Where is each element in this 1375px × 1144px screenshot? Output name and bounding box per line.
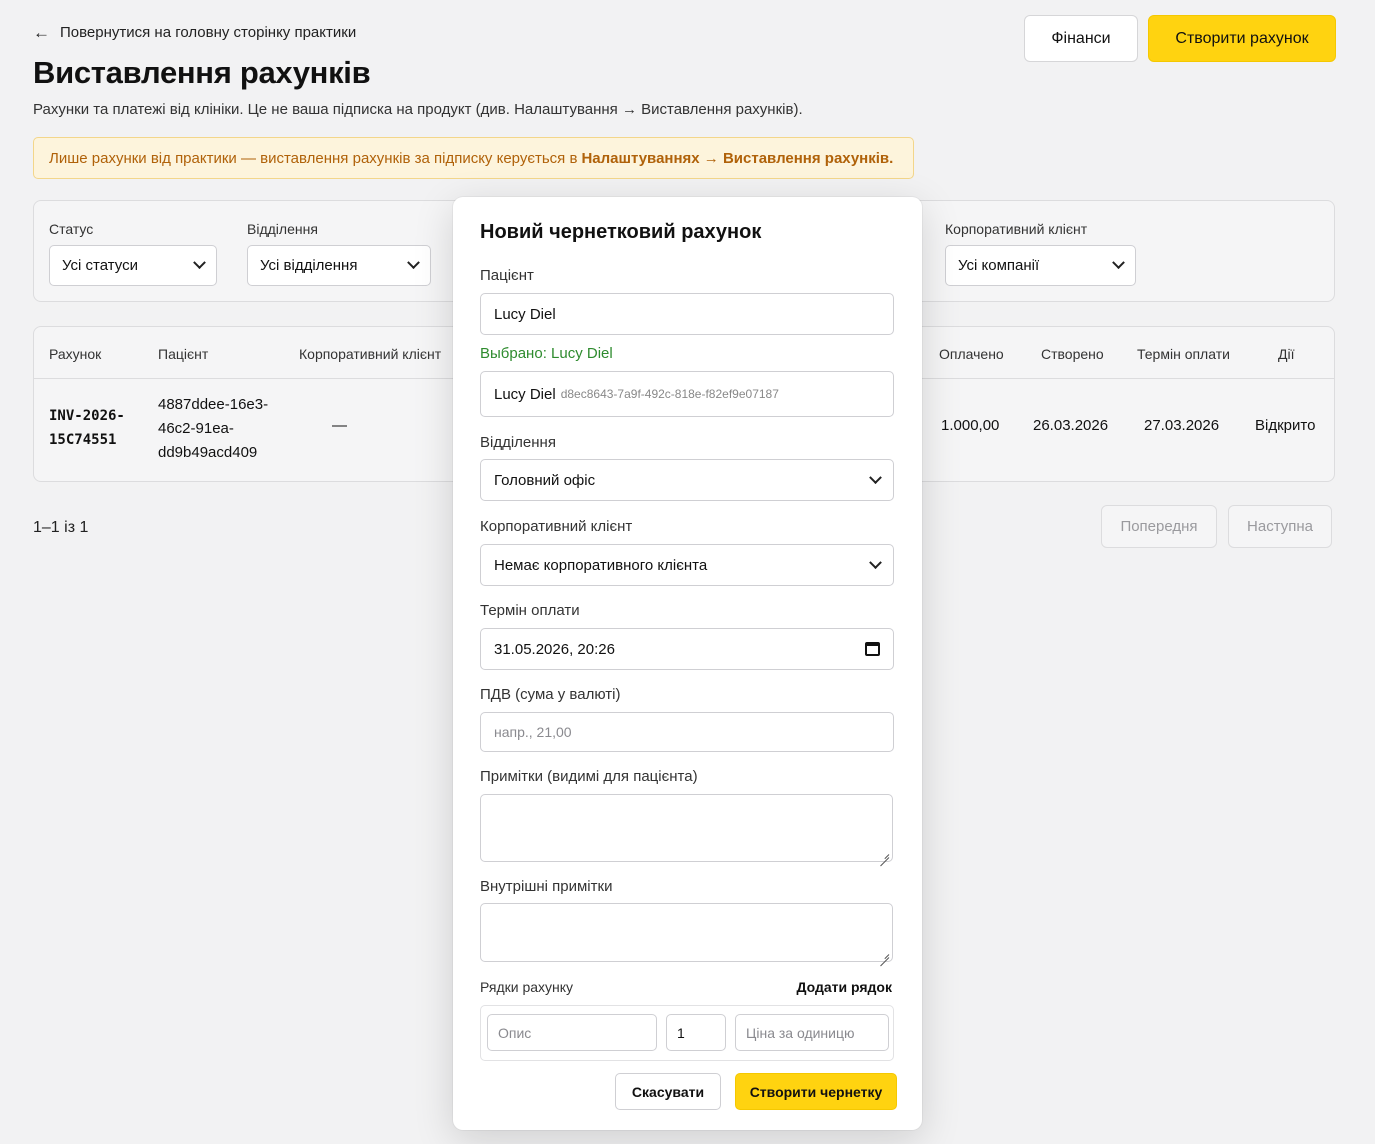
new-draft-invoice-modal: Новий чернетковий рахунок Пацієнт Lucy D… (453, 197, 922, 1130)
resize-handle-icon[interactable] (879, 848, 889, 858)
column-header-due: Термін оплати (1137, 346, 1230, 362)
invoice-number-line: INV-2026- (49, 408, 125, 424)
column-header-invoice: Рахунок (49, 346, 102, 362)
due-date-input[interactable]: 31.05.2026, 20:26 (480, 628, 894, 670)
selected-patient-option[interactable]: Lucy Diel d8ec8643-7a9f-492c-818e-f82ef9… (480, 371, 894, 417)
branch-select-value: Головний офіс (494, 471, 596, 489)
prev-page-button[interactable]: Попередня (1101, 505, 1217, 548)
branch-filter-value: Усі відділення (260, 257, 358, 274)
patient-search-value: Lucy Diel (494, 305, 556, 323)
branch-filter-select[interactable]: Усі відділення (247, 245, 431, 286)
corporate-client-label: Корпоративний клієнт (480, 518, 633, 535)
column-header-actions: Дії (1278, 346, 1295, 362)
invoice-line-row: Опис 1 Ціна за одиницю (480, 1005, 894, 1061)
page-subtitle: Рахунки та платежі від клініки. Це не ва… (33, 101, 803, 118)
line-description-placeholder: Опис (498, 1024, 532, 1041)
created-cell: 26.03.2026 (1033, 417, 1109, 434)
arrow-left-icon: ← (33, 23, 50, 42)
paid-cell: 1.000,00 (941, 417, 1000, 434)
due-date-label: Термін оплати (480, 602, 580, 619)
next-page-button[interactable]: Наступна (1228, 505, 1332, 548)
info-alert: Лише рахунки від практики — виставлення … (33, 137, 914, 179)
column-header-corporate: Корпоративний клієнт (299, 346, 442, 362)
create-invoice-button[interactable]: Створити рахунок (1148, 15, 1336, 62)
selected-patient-text: Выбрано: Lucy Diel (480, 345, 613, 362)
internal-notes-textarea[interactable] (480, 903, 893, 962)
chevron-down-icon (1112, 256, 1125, 270)
finance-button[interactable]: Фінанси (1024, 15, 1138, 62)
page-title: Виставлення рахунків (33, 55, 371, 90)
open-invoice-link[interactable]: Відкрито (1255, 417, 1315, 434)
vat-input[interactable]: напр., 21,00 (480, 712, 894, 752)
line-unit-price-placeholder: Ціна за одиницю (746, 1024, 855, 1041)
patient-notes-textarea[interactable] (480, 794, 893, 862)
branch-select[interactable]: Головний офіс (480, 459, 894, 501)
vat-label: ПДВ (сума у валюті) (480, 686, 621, 703)
status-filter-select[interactable]: Усі статуси (49, 245, 217, 286)
corporate-filter-label: Корпоративний клієнт (945, 221, 1088, 237)
resize-handle-icon[interactable] (879, 948, 889, 958)
due-cell: 27.03.2026 (1144, 417, 1220, 434)
chevron-down-icon (193, 256, 206, 270)
modal-title: Новий чернетковий рахунок (480, 221, 762, 243)
patient-search-input[interactable]: Lucy Diel (480, 293, 894, 335)
chevron-down-icon (407, 256, 420, 270)
chevron-down-icon (869, 470, 882, 484)
line-unit-price-input[interactable]: Ціна за одиницю (735, 1014, 889, 1051)
cancel-button[interactable]: Скасувати (615, 1073, 721, 1110)
due-date-value: 31.05.2026, 20:26 (494, 640, 615, 658)
alert-settings-link[interactable]: Налаштуваннях → Виставлення рахунків. (581, 150, 893, 167)
column-header-paid: Оплачено (939, 346, 1004, 362)
line-quantity-input[interactable]: 1 (666, 1014, 726, 1051)
column-header-patient: Пацієнт (158, 346, 209, 362)
selected-patient-name: Lucy Diel (494, 385, 556, 403)
patient-id: 4887ddee-16e3- 46c2-91ea- dd9b49acd409 (158, 393, 268, 465)
corporate-client-value: Немає корпоративного клієнта (494, 556, 708, 574)
column-header-created: Створено (1041, 346, 1104, 362)
alert-text: Лише рахунки від практики — виставлення … (49, 149, 578, 167)
back-link-label: Повернутися на головну сторінку практики (60, 24, 357, 41)
corporate-filter-select[interactable]: Усі компанії (945, 245, 1136, 286)
add-line-button[interactable]: Додати рядок (796, 979, 892, 995)
line-description-input[interactable]: Опис (487, 1014, 657, 1051)
corporate-filter-value: Усі компанії (958, 257, 1040, 274)
patient-notes-label: Примітки (видимі для пацієнта) (480, 768, 698, 785)
create-draft-button[interactable]: Створити чернетку (735, 1073, 897, 1110)
invoice-number-line: 15C74551 (49, 432, 117, 448)
invoice-number[interactable]: INV-2026- 15C74551 (49, 404, 125, 452)
patient-id-line: dd9b49acd409 (158, 444, 258, 461)
branch-filter-label: Відділення (247, 221, 318, 237)
line-quantity-value: 1 (677, 1024, 685, 1041)
chevron-down-icon (869, 555, 882, 569)
back-link[interactable]: ← Повернутися на головну сторінку практи… (33, 24, 356, 41)
vat-placeholder: напр., 21,00 (494, 724, 572, 740)
corporate-client-select[interactable]: Немає корпоративного клієнта (480, 544, 894, 586)
patient-id-line: 4887ddee-16e3- (158, 396, 269, 413)
internal-notes-label: Внутрішні примітки (480, 878, 613, 895)
branch-label: Відділення (480, 434, 556, 451)
invoice-lines-label: Рядки рахунку (480, 979, 574, 995)
corporate-cell: — (332, 417, 347, 434)
status-filter-label: Статус (49, 221, 94, 237)
patient-label: Пацієнт (480, 267, 534, 284)
status-filter-value: Усі статуси (62, 257, 138, 274)
selected-patient-id: d8ec8643-7a9f-492c-818e-f82ef9e07187 (560, 387, 779, 401)
calendar-icon[interactable] (865, 642, 880, 656)
patient-id-line: 46c2-91ea- (158, 420, 234, 437)
pagination-summary: 1–1 із 1 (33, 519, 89, 536)
